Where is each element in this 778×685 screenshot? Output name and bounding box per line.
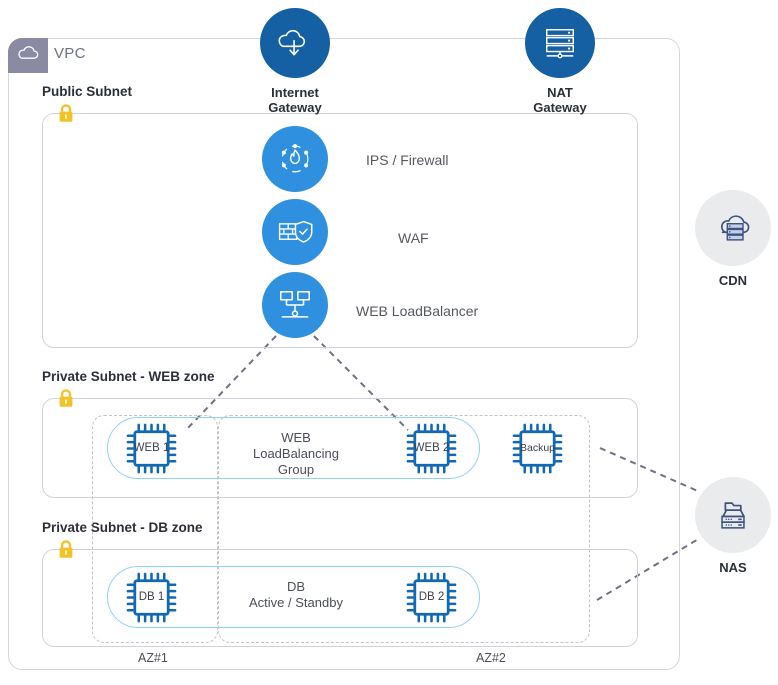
vpc-badge <box>8 38 48 73</box>
internet-gateway-label: Internet Gateway <box>268 85 322 115</box>
label-waf: WAF <box>398 230 429 246</box>
label-ips-firewall: IPS / Firewall <box>366 152 449 168</box>
cdn-label: CDN <box>718 273 748 288</box>
nas-label: NAS <box>719 560 747 575</box>
node-cdn[interactable]: CDN <box>695 190 771 288</box>
nat-gateway-label: NAT Gateway <box>533 85 587 115</box>
firewall-flame-icon <box>262 126 328 192</box>
lock-icon <box>57 539 75 560</box>
server-rack-icon <box>525 8 595 78</box>
web-group-label: WEB LoadBalancing Group <box>252 430 340 477</box>
az1-label: AZ#1 <box>132 651 174 665</box>
node-internet-gateway[interactable]: Internet Gateway <box>258 8 332 115</box>
instance-web2[interactable]: WEB 2 <box>404 421 459 481</box>
architecture-diagram: VPC Public Subnet IPS / Firewall WAF WEB… <box>0 0 778 685</box>
instance-db2[interactable]: DB 2 <box>404 570 459 630</box>
instance-backup[interactable]: Backup <box>510 421 565 481</box>
az2-label: AZ#2 <box>470 651 512 665</box>
instance-db1[interactable]: DB 1 <box>124 570 179 630</box>
cloud-server-icon <box>695 190 771 266</box>
node-waf[interactable] <box>262 199 328 265</box>
web-subnet-title: Private Subnet - WEB zone <box>42 369 215 384</box>
node-nat-gateway[interactable]: NAT Gateway <box>523 8 597 115</box>
public-subnet-title: Public Subnet <box>42 84 133 99</box>
brick-shield-icon <box>262 199 328 265</box>
load-balancer-icon <box>262 272 328 338</box>
instance-web1[interactable]: WEB 1 <box>124 421 179 481</box>
nas-folder-icon <box>695 477 771 553</box>
lock-icon <box>57 103 75 124</box>
lock-icon <box>57 388 75 409</box>
label-web-loadbalancer: WEB LoadBalancer <box>356 303 479 319</box>
cloud-download-icon <box>260 8 330 78</box>
vpc-label: VPC <box>54 45 86 62</box>
node-web-loadbalancer[interactable] <box>262 272 328 338</box>
node-ips-firewall[interactable] <box>262 126 328 192</box>
public-subnet-box <box>42 113 638 348</box>
db-group-label: DB Active / Standby <box>249 579 343 610</box>
cloud-icon <box>16 45 40 66</box>
node-nas[interactable]: NAS <box>695 477 771 575</box>
